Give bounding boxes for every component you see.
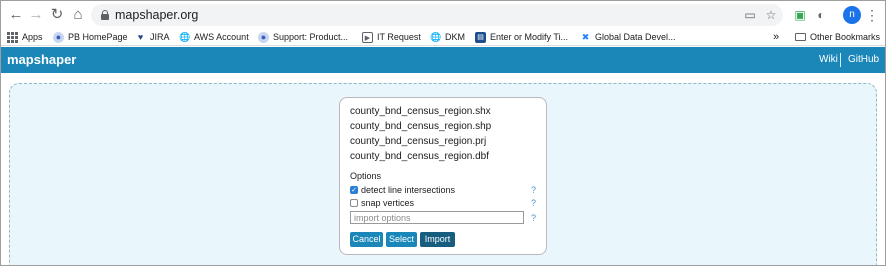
bookmark-it-request[interactable]: ▶ IT Request <box>362 29 421 45</box>
extension-shield-icon[interactable]: ▣ <box>791 6 809 24</box>
lock-icon <box>101 10 109 20</box>
file-item: county_bnd_census_region.prj <box>350 136 487 147</box>
app-header: mapshaper Wiki GitHub <box>1 47 885 73</box>
bookmark-dkm[interactable]: 🌐 DKM <box>430 29 465 45</box>
help-icon[interactable]: ? <box>531 198 536 208</box>
wiki-link[interactable]: Wiki <box>819 54 838 65</box>
it-icon: ▶ <box>362 31 373 43</box>
options-title: Options <box>350 171 382 181</box>
import-options-input[interactable] <box>350 211 524 224</box>
bookmark-other[interactable]: Other Bookmarks <box>795 29 880 45</box>
reload-icon[interactable]: ↻ <box>46 4 68 26</box>
file-item: county_bnd_census_region.dbf <box>350 151 489 162</box>
bookmark-apps[interactable]: Apps <box>7 29 43 45</box>
bookmark-pb-homepage[interactable]: ● PB HomePage <box>53 29 128 45</box>
confluence-icon: ✖ <box>581 31 590 42</box>
bookmark-label: IT Request <box>377 32 421 42</box>
app-logo[interactable]: mapshaper <box>7 52 76 67</box>
bookmark-support-product[interactable]: ● Support: Product... <box>258 29 348 45</box>
browser-menu-icon[interactable]: ⋮ <box>865 6 879 24</box>
browser-window: ← → ↻ ⌂ mapshaper.org ▭ ☆ ▣ ◐ n ⋮ Apps ●… <box>0 0 886 266</box>
bookmark-label: Support: Product... <box>273 32 349 42</box>
help-icon[interactable]: ? <box>531 185 536 195</box>
cast-icon[interactable]: ▭ <box>741 6 759 24</box>
home-icon[interactable]: ⌂ <box>67 4 89 26</box>
option-detect-line-intersections[interactable]: ✓ detect line intersections <box>350 184 455 196</box>
header-divider <box>840 53 841 67</box>
bookmark-jira[interactable]: ♥ JIRA <box>135 29 170 45</box>
jira-icon: ♥ <box>137 31 144 42</box>
browser-toolbar: ← → ↻ ⌂ mapshaper.org ▭ ☆ ▣ ◐ n ⋮ <box>1 1 885 29</box>
bookmark-label: Enter or Modify Ti... <box>490 32 569 42</box>
option-snap-vertices[interactable]: snap vertices <box>350 197 414 209</box>
bookmark-label: JIRA <box>150 32 170 42</box>
globe-icon: 🌐 <box>430 31 442 42</box>
bookmarks-bar: Apps ● PB HomePage ♥ JIRA 🌐 AWS Account … <box>1 29 885 46</box>
github-link[interactable]: GitHub <box>848 54 879 65</box>
import-panel: county_bnd_census_region.shx county_bnd_… <box>339 97 547 255</box>
bookmark-aws-account[interactable]: 🌐 AWS Account <box>179 29 249 45</box>
bookmark-enter-modify[interactable]: ▤ Enter or Modify Ti... <box>475 29 568 45</box>
bookmarks-overflow-icon[interactable]: » <box>773 29 779 45</box>
file-item: county_bnd_census_region.shp <box>350 121 492 132</box>
help-icon[interactable]: ? <box>531 213 536 223</box>
apps-grid-icon <box>7 31 18 43</box>
snap-vertices-checkbox[interactable] <box>350 199 358 207</box>
address-bar[interactable]: mapshaper.org ▭ ☆ <box>91 4 783 26</box>
select-button[interactable]: Select <box>386 232 417 247</box>
bookmark-label: AWS Account <box>194 32 249 42</box>
folder-icon <box>795 33 806 41</box>
site-icon: ● <box>53 31 64 43</box>
bookmark-label: Global Data Devel... <box>595 32 676 42</box>
site-icon: ● <box>258 31 269 43</box>
form-icon: ▤ <box>475 31 486 43</box>
extension-circle-icon[interactable]: ◐ <box>812 6 830 24</box>
option-label: detect line intersections <box>361 185 456 195</box>
back-icon[interactable]: ← <box>5 4 27 26</box>
bookmark-global-data[interactable]: ✖ Global Data Devel... <box>580 29 676 45</box>
bookmark-label: DKM <box>445 32 465 42</box>
cancel-button[interactable]: Cancel <box>350 232 383 247</box>
bookmark-label: Apps <box>22 32 43 42</box>
url-text[interactable]: mapshaper.org <box>115 7 198 23</box>
bookmark-label: Other Bookmarks <box>810 32 881 42</box>
bookmark-star-icon[interactable]: ☆ <box>762 6 780 24</box>
option-label: snap vertices <box>361 198 415 208</box>
file-item: county_bnd_census_region.shx <box>350 106 491 117</box>
globe-icon: 🌐 <box>179 31 191 42</box>
detect-intersections-checkbox[interactable]: ✓ <box>350 186 358 194</box>
forward-icon[interactable]: → <box>25 4 47 26</box>
bookmark-label: PB HomePage <box>68 32 128 42</box>
import-button[interactable]: Import <box>420 232 455 247</box>
avatar[interactable]: n <box>843 6 861 24</box>
